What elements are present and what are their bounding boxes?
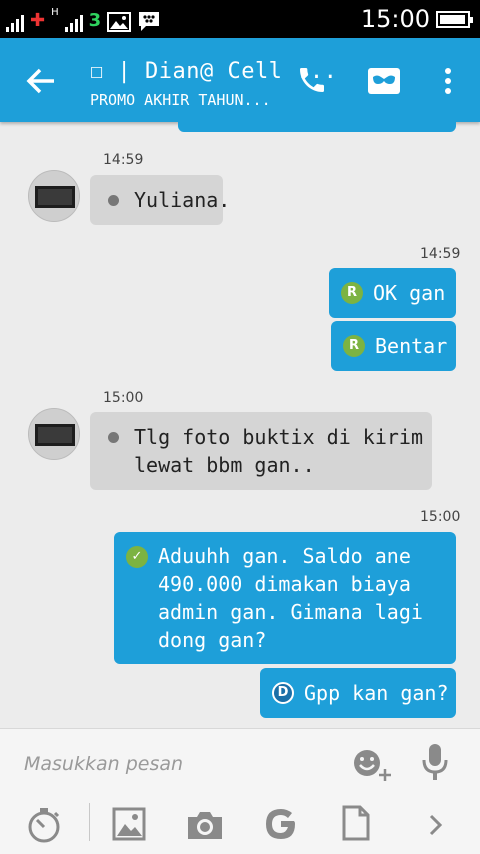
phone-icon[interactable] xyxy=(296,64,328,96)
message-text-line: admin gan. Gimana lagi xyxy=(158,600,423,624)
message-text: OK gan xyxy=(373,281,446,305)
outgoing-message-bubble[interactable]: ✓ Aduuhh gan. Saldo ane 490.000 dimakan … xyxy=(114,532,456,664)
battery-level xyxy=(440,15,465,24)
outgoing-message-bubble[interactable]: R OK gan xyxy=(329,268,456,318)
message-list[interactable]: 14:59 Yuliana. 14:59 R OK gan R Bentar 1… xyxy=(0,122,480,728)
avatar[interactable] xyxy=(28,408,80,460)
message-timestamp: 15:00 xyxy=(420,509,461,525)
message-text-line: lewat bbm gan.. xyxy=(134,453,315,477)
message-text-line: 490.000 dimakan biaya xyxy=(158,572,411,596)
gallery-notification-icon xyxy=(107,12,132,32)
read-badge: R xyxy=(341,282,363,304)
message-text-line: dong gan? xyxy=(158,628,267,652)
read-badge: R xyxy=(343,335,365,357)
status-bar: ✚ H 3 15:00 xyxy=(0,0,480,38)
sent-check-icon: ✓ xyxy=(126,546,148,568)
toolbar-divider xyxy=(89,803,90,841)
message-input[interactable] xyxy=(24,749,324,779)
outgoing-message-bubble[interactable]: R Bentar xyxy=(331,321,456,371)
microphone-icon[interactable] xyxy=(421,743,449,781)
message-timestamp: 14:59 xyxy=(103,152,144,168)
back-arrow-icon[interactable] xyxy=(24,64,58,98)
timer-icon[interactable] xyxy=(26,807,62,843)
file-icon[interactable] xyxy=(342,805,370,841)
camera-icon[interactable] xyxy=(186,809,224,841)
message-text: Yuliana. xyxy=(134,188,231,212)
emoji-add-icon[interactable] xyxy=(352,747,392,781)
app-bar: ☐ | Dian@ Cell ... PROMO AKHIR TAHUN... xyxy=(0,38,480,122)
incoming-message-bubble[interactable]: Yuliana. xyxy=(90,175,230,225)
status-icons: ✚ H 3 xyxy=(6,6,161,32)
message-text-line: Tlg foto buktix di kirim xyxy=(134,425,423,449)
carrier-3-icon: 3 xyxy=(88,10,102,31)
incoming-message-bubble[interactable]: Tlg foto buktix di kirim lewat bbm gan.. xyxy=(90,412,432,490)
network-type-label: H xyxy=(51,7,59,18)
status-dot xyxy=(108,195,119,206)
signal-icon-2 xyxy=(64,14,83,32)
telkomsel-icon: ✚ xyxy=(30,10,46,31)
avatar[interactable] xyxy=(28,170,80,222)
previous-message-bubble[interactable] xyxy=(178,122,456,132)
clock: 15:00 xyxy=(360,5,430,33)
battery-icon xyxy=(436,11,473,28)
more-vert-icon[interactable] xyxy=(438,66,458,96)
bbm-notification-icon xyxy=(139,12,160,31)
status-dot xyxy=(108,432,119,443)
gallery-icon[interactable] xyxy=(112,807,146,841)
outgoing-message-bubble[interactable]: D Gpp kan gan? xyxy=(260,668,456,718)
signal-icon xyxy=(6,14,24,32)
composer xyxy=(0,728,480,854)
delivered-badge: D xyxy=(272,682,294,704)
mask-icon[interactable] xyxy=(366,66,402,96)
chevron-right-icon[interactable] xyxy=(428,813,444,837)
message-timestamp: 15:00 xyxy=(103,390,144,406)
message-text: Bentar xyxy=(375,334,448,358)
google-icon[interactable] xyxy=(264,807,298,841)
message-timestamp: 14:59 xyxy=(420,246,461,262)
message-text-line: Aduuhh gan. Saldo ane xyxy=(158,544,411,568)
chat-status-message[interactable]: PROMO AKHIR TAHUN... xyxy=(90,90,271,110)
message-text: Gpp kan gan? xyxy=(304,681,449,705)
